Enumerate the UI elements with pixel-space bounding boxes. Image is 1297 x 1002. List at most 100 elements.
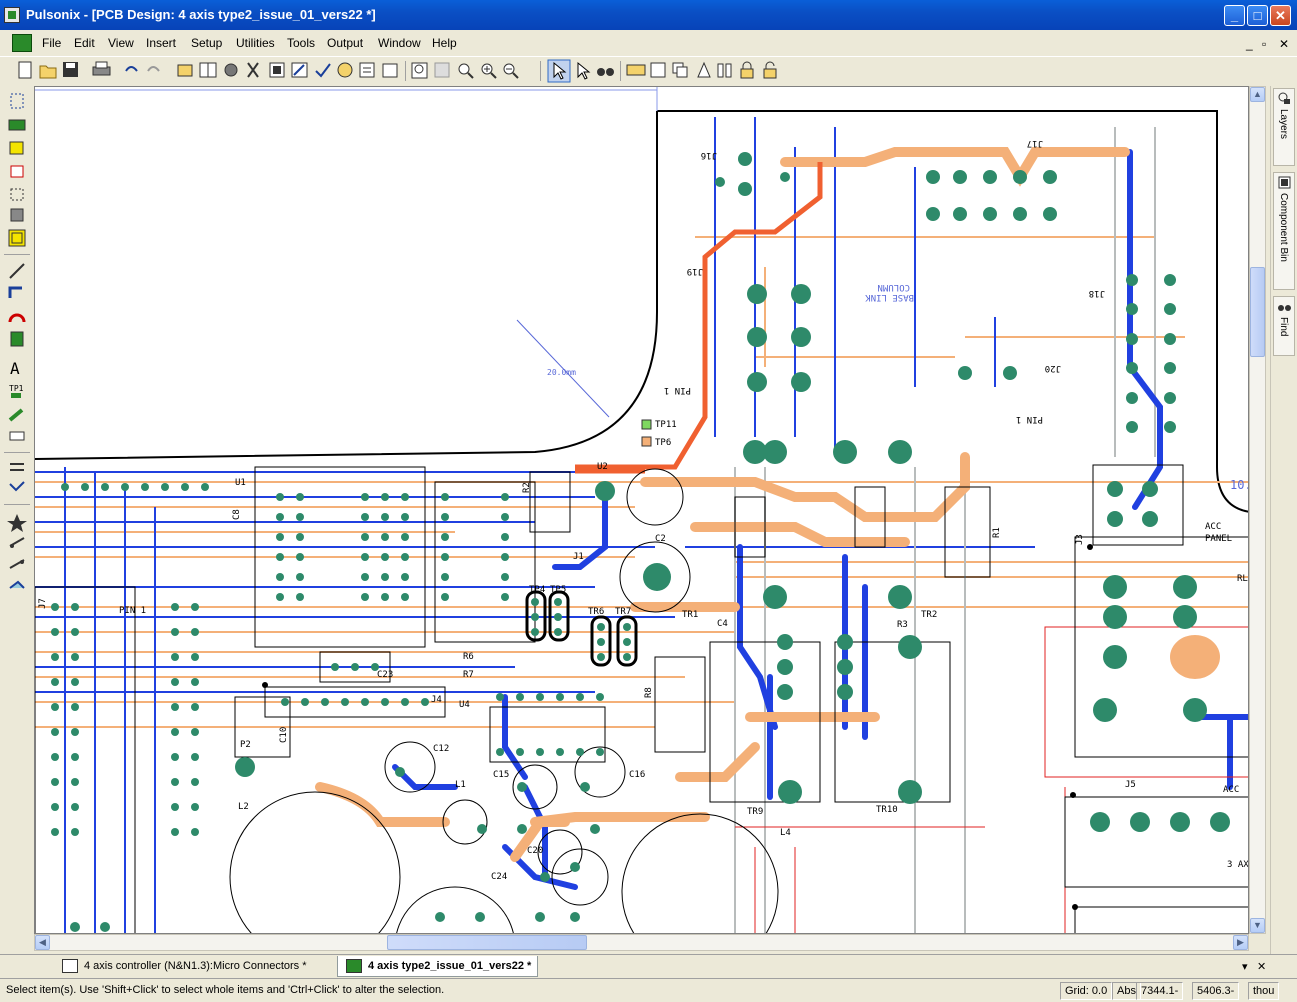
board-outline-icon[interactable]	[10, 165, 24, 178]
scroll-left-button[interactable]: ◀	[35, 935, 50, 950]
area-icon[interactable]	[9, 141, 24, 155]
star-icon[interactable]	[7, 514, 27, 532]
toolbar-icons	[18, 59, 777, 83]
align-tool-icon[interactable]	[9, 481, 25, 492]
scroll-up-button[interactable]: ▲	[1250, 87, 1265, 102]
menu-view[interactable]: View	[108, 36, 134, 50]
shape-icon[interactable]	[8, 229, 26, 247]
tab-find[interactable]: Find	[1273, 296, 1295, 356]
component-icon[interactable]	[177, 64, 193, 77]
shape-edit-icon[interactable]	[9, 580, 25, 589]
label-j18: J18	[1089, 288, 1105, 298]
pulsonix-window: Pulsonix - [PCB Design: 4 axis type2_iss…	[0, 0, 1297, 1002]
board-icon[interactable]	[269, 62, 285, 78]
menu-output[interactable]: Output	[327, 36, 363, 50]
mdi-minimize-button[interactable]: _	[1246, 37, 1253, 51]
select-icon[interactable]	[547, 59, 571, 83]
mdi-close-button[interactable]: ✕	[1279, 37, 1289, 51]
document-icon[interactable]	[12, 34, 32, 52]
scroll-right-button[interactable]: ▶	[1233, 935, 1248, 950]
dotted-area-icon[interactable]	[10, 188, 24, 201]
close-button[interactable]: ✕	[1270, 5, 1291, 26]
zoom-previous-icon[interactable]	[458, 63, 474, 79]
status-message: Select item(s). Use 'Shift+Click' to sel…	[6, 984, 445, 996]
library-icon[interactable]	[199, 62, 217, 78]
label-3ax: 3 AX	[1227, 860, 1249, 870]
pin-swap-icon[interactable]	[9, 559, 25, 569]
unlock-icon[interactable]	[763, 61, 777, 79]
minimize-button[interactable]: _	[1224, 5, 1245, 26]
zoom-in-icon[interactable]	[481, 63, 497, 79]
tab-close-button[interactable]: ✕	[1257, 960, 1266, 973]
maximize-button[interactable]: □	[1247, 5, 1268, 26]
component-place-icon[interactable]	[8, 119, 26, 131]
zoom-all-icon[interactable]	[411, 62, 428, 79]
horizontal-scrollbar[interactable]: ◀ ▶	[34, 934, 1249, 951]
label-j19: J19	[687, 266, 703, 276]
stack-icon[interactable]	[382, 63, 398, 78]
vertical-scrollbar[interactable]: ▲ ▼	[1249, 86, 1266, 934]
text-tool-icon[interactable]: A	[10, 359, 20, 378]
pcb-canvas[interactable]: 20.0mm J16 J17 J19 J18 J20 PIN 1 PIN 1 C…	[34, 86, 1249, 934]
ruler-icon[interactable]	[626, 64, 646, 76]
menu-utilities[interactable]: Utilities	[236, 36, 275, 50]
gate-swap-icon[interactable]	[9, 537, 25, 548]
pad-icon[interactable]	[717, 63, 732, 78]
settings-icon[interactable]	[224, 63, 238, 77]
drc-icon[interactable]	[9, 431, 25, 441]
binocular-icon[interactable]	[597, 68, 614, 76]
label-c10: C10	[279, 727, 289, 743]
testpoint-icon[interactable]: TP1	[9, 384, 24, 398]
mdi-restore-button[interactable]: ▫	[1262, 37, 1266, 51]
properties-icon[interactable]	[359, 62, 375, 78]
check-icon[interactable]	[315, 63, 331, 78]
scroll-down-button[interactable]: ▼	[1250, 918, 1265, 933]
menu-setup[interactable]: Setup	[191, 36, 222, 50]
binocular-icon	[1278, 305, 1291, 311]
vertical-scroll-thumb[interactable]	[1250, 267, 1265, 357]
label-c4: C4	[717, 619, 728, 629]
save-icon[interactable]	[63, 62, 78, 77]
doc-tab-pcb-design[interactable]: 4 axis type2_issue_01_vers22 *	[337, 956, 539, 977]
doc-tab-micro-connectors[interactable]: 4 axis controller (N&N1.3):Micro Connect…	[54, 956, 313, 977]
app-icon	[4, 7, 20, 23]
title-bar: Pulsonix - [PCB Design: 4 axis type2_iss…	[0, 0, 1297, 30]
new-icon[interactable]	[18, 61, 32, 79]
copy-icon[interactable]	[672, 62, 688, 78]
pad-place-icon[interactable]	[10, 331, 24, 347]
zoom-window-icon[interactable]	[434, 62, 450, 78]
lock-icon[interactable]	[740, 61, 754, 79]
label-tr6: TR6	[588, 607, 604, 617]
swap-icon[interactable]	[10, 463, 24, 471]
redo-icon[interactable]	[147, 66, 160, 72]
tab-component-bin-label: Component Bin	[1278, 193, 1289, 262]
route-track-icon[interactable]	[8, 286, 22, 298]
measure-icon[interactable]	[8, 408, 24, 422]
undo-icon[interactable]	[125, 66, 138, 72]
print-icon[interactable]	[92, 61, 111, 76]
horizontal-scroll-thumb[interactable]	[387, 935, 587, 950]
align-icon[interactable]	[697, 61, 711, 78]
menu-window[interactable]: Window	[378, 36, 421, 50]
select-item-icon[interactable]	[577, 61, 591, 80]
menu-file[interactable]: File	[42, 36, 61, 50]
keepout-icon[interactable]	[10, 208, 24, 222]
via-icon[interactable]	[8, 313, 26, 323]
label-j16: J16	[701, 150, 717, 160]
menu-help[interactable]: Help	[432, 36, 457, 50]
select-rect-icon[interactable]	[10, 93, 24, 109]
menu-insert[interactable]: Insert	[146, 36, 176, 50]
layer-icon[interactable]	[650, 62, 666, 78]
line-icon[interactable]	[9, 263, 25, 279]
label-l2: L2	[238, 802, 249, 812]
menu-edit[interactable]: Edit	[74, 36, 95, 50]
tab-list-button[interactable]: ▾	[1242, 960, 1248, 973]
report-icon[interactable]	[337, 62, 353, 78]
route-icon[interactable]	[291, 62, 308, 78]
zoom-out-icon[interactable]	[503, 63, 519, 79]
tab-component-bin[interactable]: Component Bin	[1273, 172, 1295, 290]
net-icon[interactable]	[247, 62, 259, 78]
open-icon[interactable]	[39, 65, 57, 79]
tab-layers[interactable]: Layers	[1273, 88, 1295, 166]
menu-tools[interactable]: Tools	[287, 36, 315, 50]
